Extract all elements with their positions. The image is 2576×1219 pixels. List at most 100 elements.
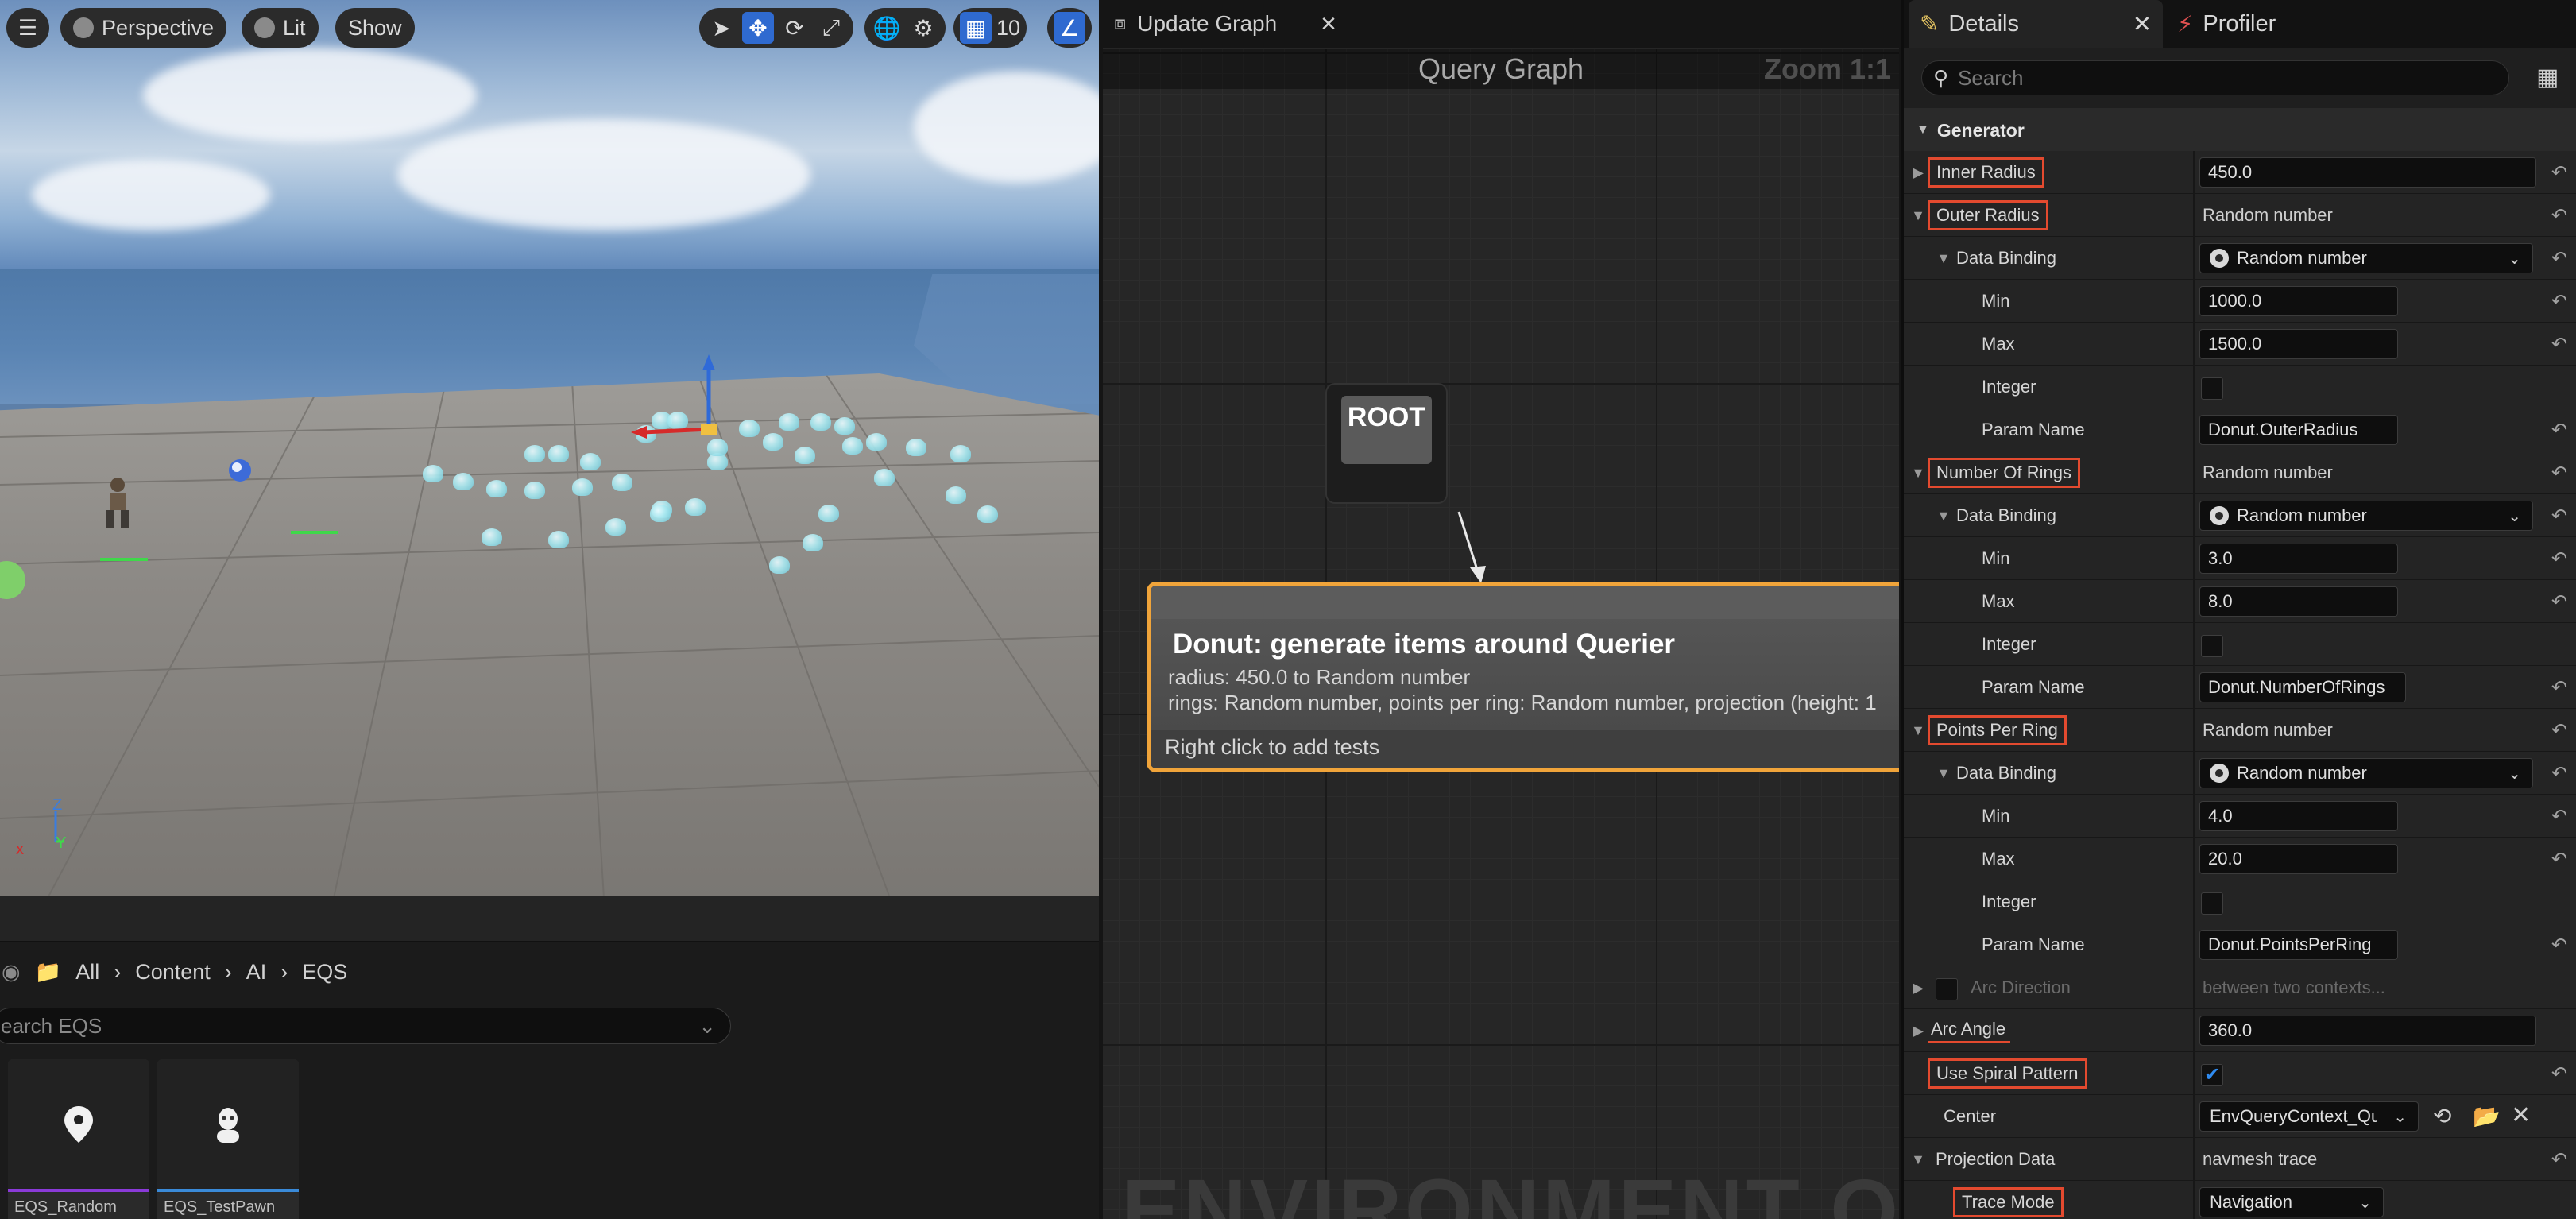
column-splitter[interactable] <box>2193 709 2195 752</box>
column-splitter[interactable] <box>2193 1181 2195 1219</box>
tab-update-graph[interactable]: ⧈ Update Graph ✕ <box>1103 0 1357 48</box>
column-splitter[interactable] <box>2193 451 2195 494</box>
reset-icon[interactable]: ↶ <box>2547 1052 2571 1095</box>
column-splitter[interactable] <box>2193 408 2195 451</box>
column-splitter[interactable] <box>2193 666 2195 709</box>
expand-arrow-icon[interactable]: ▶ <box>1910 151 1926 194</box>
collapse-arrow-icon[interactable]: ▼ <box>1936 494 1951 537</box>
tab-details[interactable]: ✎ Details ✕ <box>1909 0 2163 48</box>
reset-icon[interactable]: ↶ <box>2547 151 2571 194</box>
reset-icon[interactable]: ↶ <box>2547 237 2571 280</box>
breadcrumb-item-content[interactable]: Content <box>135 960 211 985</box>
lit-button[interactable]: Lit <box>242 8 319 48</box>
browse-asset-icon[interactable]: 📂 <box>2473 1103 2501 1129</box>
reset-icon[interactable]: ↶ <box>2547 838 2571 880</box>
reset-icon[interactable]: ↶ <box>2547 795 2571 838</box>
use-selected-icon[interactable]: ⟲ <box>2433 1103 2451 1129</box>
table-view-icon[interactable]: ▦ <box>2536 64 2559 91</box>
translate-icon[interactable]: ✥ <box>742 12 774 44</box>
max-field[interactable]: 8.0 <box>2199 586 2398 617</box>
inner-radius-field[interactable]: 450.0 <box>2199 157 2536 188</box>
asset-tile-eqs-testpawn[interactable]: EQS_TestPawn <box>157 1059 299 1219</box>
breadcrumb-item-ai[interactable]: AI <box>246 960 267 985</box>
data-binding-dropdown[interactable]: Random number ⌄ <box>2199 501 2533 531</box>
tab-profiler[interactable]: ⚡ Profiler <box>2166 0 2287 48</box>
surface-snap-icon[interactable]: ⚙ <box>907 12 939 44</box>
level-viewport[interactable]: Z Y x ☰ Perspective Lit Show ➤ ✥ ⟳ ⤢ 🌐 ⚙ <box>0 0 1099 896</box>
reset-icon[interactable]: ↶ <box>2547 494 2571 537</box>
chevron-down-icon[interactable]: ⌄ <box>698 1014 716 1039</box>
min-field[interactable]: 4.0 <box>2199 801 2398 831</box>
arc-angle-field[interactable]: 360.0 <box>2199 1016 2536 1046</box>
column-splitter[interactable] <box>2193 1138 2195 1181</box>
breadcrumb-item-eqs[interactable]: EQS <box>302 960 347 985</box>
reset-icon[interactable]: ↶ <box>2547 580 2571 623</box>
integer-checkbox[interactable] <box>2201 892 2223 915</box>
details-search-input[interactable]: ⚲ Search <box>1921 60 2509 95</box>
column-splitter[interactable] <box>2193 795 2195 838</box>
column-splitter[interactable] <box>2193 280 2195 323</box>
column-splitter[interactable] <box>2193 537 2195 580</box>
column-splitter[interactable] <box>2193 151 2195 194</box>
reset-icon[interactable]: ↶ <box>2547 666 2571 709</box>
reset-icon[interactable]: ↶ <box>2547 194 2571 237</box>
history-icon[interactable]: ◉ <box>2 960 21 985</box>
collapse-arrow-icon[interactable]: ▼ <box>1936 237 1951 280</box>
integer-checkbox[interactable] <box>2201 377 2223 400</box>
asset-tile-eqs-random[interactable]: EQS_Random <box>8 1059 149 1219</box>
column-splitter[interactable] <box>2193 966 2195 1009</box>
donut-generator-node[interactable]: Donut: generate items around Querier rad… <box>1147 582 1899 772</box>
column-splitter[interactable] <box>2193 1009 2195 1052</box>
generator-section-header[interactable]: ▼ Generator <box>1904 108 2576 153</box>
max-field[interactable]: 20.0 <box>2199 844 2398 874</box>
root-node[interactable]: ROOT <box>1327 385 1446 502</box>
collapse-arrow-icon[interactable]: ▼ <box>1910 451 1926 494</box>
max-field[interactable]: 1500.0 <box>2199 329 2398 359</box>
reset-icon[interactable]: ↶ <box>2547 280 2571 323</box>
center-context-dropdown[interactable]: EnvQueryContext_Que ⌄ <box>2199 1101 2419 1132</box>
column-splitter[interactable] <box>2193 1052 2195 1095</box>
perspective-button[interactable]: Perspective <box>60 8 227 48</box>
integer-checkbox[interactable] <box>2201 635 2223 657</box>
clear-icon[interactable]: ✕ <box>2511 1101 2531 1129</box>
param-name-field[interactable]: Donut.OuterRadius <box>2199 415 2398 445</box>
breadcrumb-item-all[interactable]: All <box>75 960 99 985</box>
expand-arrow-icon[interactable]: ▶ <box>1910 966 1926 1009</box>
reset-icon[interactable]: ↶ <box>2547 752 2571 795</box>
world-globe-icon[interactable]: 🌐 <box>871 12 903 44</box>
collapse-arrow-icon[interactable]: ▼ <box>1910 194 1926 237</box>
param-name-field[interactable]: Donut.PointsPerRing <box>2199 930 2398 960</box>
reset-icon[interactable]: ↶ <box>2547 923 2571 966</box>
data-binding-dropdown[interactable]: Random number ⌄ <box>2199 758 2533 788</box>
grid-snap-value[interactable]: 10 <box>996 16 1020 41</box>
column-splitter[interactable] <box>2193 323 2195 366</box>
reset-icon[interactable]: ↶ <box>2547 537 2571 580</box>
transform-gizmo[interactable] <box>620 350 731 461</box>
reset-icon[interactable]: ↶ <box>2547 323 2571 366</box>
column-splitter[interactable] <box>2193 880 2195 923</box>
character-pawn[interactable] <box>94 475 141 531</box>
reset-icon[interactable]: ↶ <box>2547 1138 2571 1181</box>
data-binding-dropdown[interactable]: Random number ⌄ <box>2199 243 2533 273</box>
param-name-field[interactable]: Donut.NumberOfRings <box>2199 672 2406 702</box>
column-splitter[interactable] <box>2193 1095 2195 1138</box>
pawn-blue-marker[interactable] <box>219 456 267 488</box>
column-splitter[interactable] <box>2193 752 2195 795</box>
min-field[interactable]: 3.0 <box>2199 544 2398 574</box>
close-tab-icon[interactable]: ✕ <box>1320 12 1337 37</box>
expand-arrow-icon[interactable]: ▶ <box>1910 1009 1926 1052</box>
reset-icon[interactable]: ↶ <box>2547 408 2571 451</box>
angle-snap-icon[interactable]: ∠ <box>1054 12 1085 44</box>
rotate-icon[interactable]: ⟳ <box>779 12 810 44</box>
trace-mode-dropdown[interactable]: Navigation ⌄ <box>2199 1187 2384 1217</box>
column-splitter[interactable] <box>2193 494 2195 537</box>
viewport-menu-button[interactable]: ☰ <box>6 8 49 48</box>
min-field[interactable]: 1000.0 <box>2199 286 2398 316</box>
close-tab-icon[interactable]: ✕ <box>2133 10 2152 38</box>
select-arrow-icon[interactable]: ➤ <box>706 12 737 44</box>
column-splitter[interactable] <box>2193 194 2195 237</box>
column-splitter[interactable] <box>2193 838 2195 880</box>
column-splitter[interactable] <box>2193 366 2195 408</box>
column-splitter[interactable] <box>2193 623 2195 666</box>
reset-icon[interactable]: ↶ <box>2547 451 2571 494</box>
